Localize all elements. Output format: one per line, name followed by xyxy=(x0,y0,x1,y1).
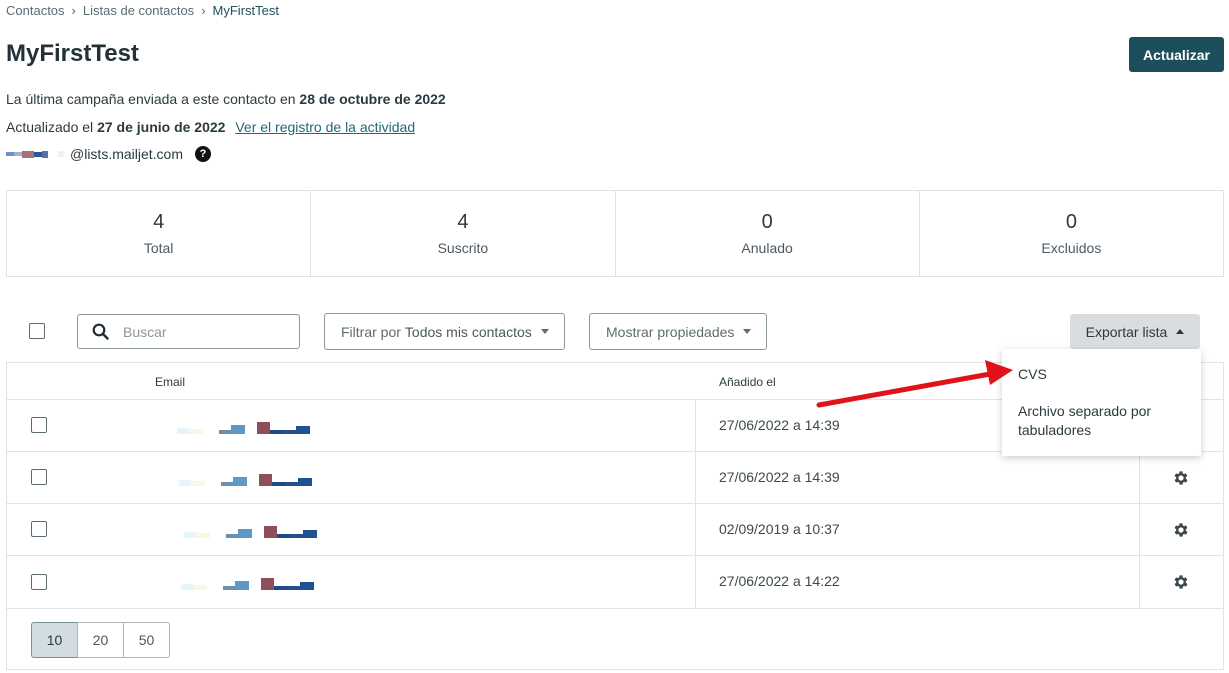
stat-subscribed: 4 Suscrito xyxy=(311,191,616,276)
added-date: 02/09/2019 a 10:37 xyxy=(719,521,840,537)
column-email[interactable]: Email xyxy=(155,375,185,389)
breadcrumb: Contactos › Listas de contactos › MyFirs… xyxy=(6,3,279,18)
filter-dropdown[interactable]: Filtrar por Todos mis contactos xyxy=(324,313,565,350)
stats-panel: 4 Total 4 Suscrito 0 Anulado 0 Excluidos xyxy=(6,190,1224,277)
redacted-email xyxy=(179,474,312,486)
breadcrumb-listas[interactable]: Listas de contactos xyxy=(83,3,194,18)
update-button[interactable]: Actualizar xyxy=(1129,37,1224,72)
search-input[interactable] xyxy=(123,323,273,340)
show-properties-dropdown[interactable]: Mostrar propiedades xyxy=(589,313,767,350)
gear-icon[interactable] xyxy=(1172,573,1190,591)
added-date: 27/06/2022 a 14:39 xyxy=(719,417,840,433)
redacted-email xyxy=(181,578,314,590)
stat-excluded: 0 Excluidos xyxy=(1041,211,1102,256)
redacted-email-prefix xyxy=(6,150,64,158)
last-campaign-info: La última campaña enviada a este contact… xyxy=(6,91,446,107)
export-csv-option[interactable]: CVS xyxy=(1018,366,1047,382)
breadcrumb-current: MyFirstTest xyxy=(212,3,279,18)
redacted-email xyxy=(184,526,317,538)
row-checkbox[interactable] xyxy=(31,469,47,485)
export-menu: CVS Archivo separado por tabuladores xyxy=(1002,349,1201,456)
column-added[interactable]: Añadido el xyxy=(719,375,776,389)
chevron-right-icon: › xyxy=(71,3,76,18)
added-date: 27/06/2022 a 14:22 xyxy=(719,573,840,589)
table-row: 27/06/2022 a 14:22 xyxy=(7,556,1223,609)
export-tsv-option[interactable]: Archivo separado por tabuladores xyxy=(1018,402,1188,440)
list-email: @lists.mailjet.com ? xyxy=(6,146,212,162)
row-checkbox[interactable] xyxy=(31,521,47,537)
search-box[interactable] xyxy=(77,314,300,349)
page-title: MyFirstTest xyxy=(6,40,139,67)
caret-down-icon xyxy=(743,329,752,334)
activity-log-link[interactable]: Ver el registro de la actividad xyxy=(235,119,415,135)
page-size-10[interactable]: 10 xyxy=(31,622,78,658)
row-checkbox[interactable] xyxy=(31,417,47,433)
updated-info: Actualizado el 27 de junio de 2022 Ver e… xyxy=(6,119,416,135)
table-row: 27/06/2022 a 14:39 xyxy=(7,452,1223,504)
chevron-right-icon: › xyxy=(201,3,206,18)
list-email-domain: @lists.mailjet.com xyxy=(70,146,184,162)
breadcrumb-contactos[interactable]: Contactos xyxy=(6,3,65,18)
stat-unsubscribed: 0 Anulado xyxy=(616,191,920,276)
page-size-50[interactable]: 50 xyxy=(123,622,170,658)
search-icon xyxy=(92,323,109,340)
gear-icon[interactable] xyxy=(1172,521,1190,539)
page-size-20[interactable]: 20 xyxy=(77,622,124,658)
page-size-selector: 10 20 50 xyxy=(31,622,170,658)
help-icon[interactable]: ? xyxy=(195,146,212,162)
caret-up-icon xyxy=(1176,329,1185,334)
export-list-button[interactable]: Exportar lista xyxy=(1070,314,1200,349)
redacted-email xyxy=(177,422,310,434)
table-row: 02/09/2019 a 10:37 xyxy=(7,504,1223,556)
select-all-checkbox[interactable] xyxy=(29,323,45,339)
row-checkbox[interactable] xyxy=(31,574,47,590)
added-date: 27/06/2022 a 14:39 xyxy=(719,469,840,485)
caret-down-icon xyxy=(540,329,549,334)
stat-total: 4 Total xyxy=(7,191,312,276)
gear-icon[interactable] xyxy=(1172,469,1190,487)
